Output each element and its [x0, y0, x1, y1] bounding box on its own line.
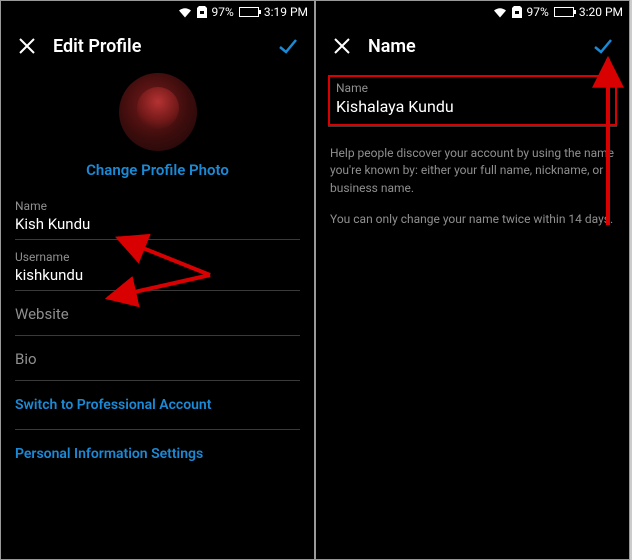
sim-icon — [512, 6, 522, 18]
confirm-icon[interactable] — [589, 32, 617, 60]
battery-icon — [239, 7, 259, 17]
header: Name — [316, 23, 629, 69]
help-paragraph: Help people discover your account by usi… — [330, 145, 615, 197]
name-input[interactable]: Name Kishalaya Kundu — [328, 75, 617, 126]
close-icon[interactable] — [13, 32, 41, 60]
battery-percent: 97% — [527, 5, 549, 19]
confirm-icon[interactable] — [274, 32, 302, 60]
website-field[interactable]: Website — [15, 291, 300, 336]
field-value: kishkundu — [15, 266, 300, 284]
help-paragraph: You can only change your name twice with… — [330, 211, 615, 228]
page-title: Name — [368, 36, 589, 57]
field-label: Username — [15, 250, 300, 264]
sim-icon — [197, 6, 207, 18]
screen-edit-name: 97% 3:20 PM Name Name Kishalaya Kundu He… — [315, 0, 630, 560]
wifi-icon — [493, 7, 507, 18]
personal-info-link[interactable]: Personal Information Settings — [15, 430, 300, 478]
avatar[interactable] — [119, 73, 197, 151]
screen-edit-profile: 97% 3:19 PM Edit Profile Change Profile … — [0, 0, 315, 560]
change-photo-link[interactable]: Change Profile Photo — [86, 161, 229, 179]
help-text: Help people discover your account by usi… — [316, 127, 629, 243]
username-field[interactable]: Username kishkundu — [15, 240, 300, 291]
close-icon[interactable] — [328, 32, 356, 60]
field-label: Name — [15, 199, 300, 213]
name-field[interactable]: Name Kish Kundu — [15, 189, 300, 240]
header: Edit Profile — [1, 23, 314, 69]
battery-percent: 97% — [212, 5, 234, 19]
field-placeholder: Bio — [15, 342, 300, 374]
bio-field[interactable]: Bio — [15, 336, 300, 381]
field-value: Kish Kundu — [15, 215, 300, 233]
battery-icon — [554, 7, 574, 17]
field-value: Kishalaya Kundu — [336, 97, 609, 116]
fields: Name Kish Kundu Username kishkundu Websi… — [1, 189, 314, 478]
switch-professional-link[interactable]: Switch to Professional Account — [15, 381, 300, 430]
status-time: 3:20 PM — [579, 5, 623, 19]
status-bar: 97% 3:20 PM — [316, 1, 629, 23]
page-title: Edit Profile — [53, 36, 274, 57]
status-bar: 97% 3:19 PM — [1, 1, 314, 23]
field-placeholder: Website — [15, 297, 300, 329]
wifi-icon — [178, 7, 192, 18]
field-label: Name — [336, 81, 609, 95]
profile-photo-section: Change Profile Photo — [1, 69, 314, 189]
status-time: 3:19 PM — [264, 5, 308, 19]
